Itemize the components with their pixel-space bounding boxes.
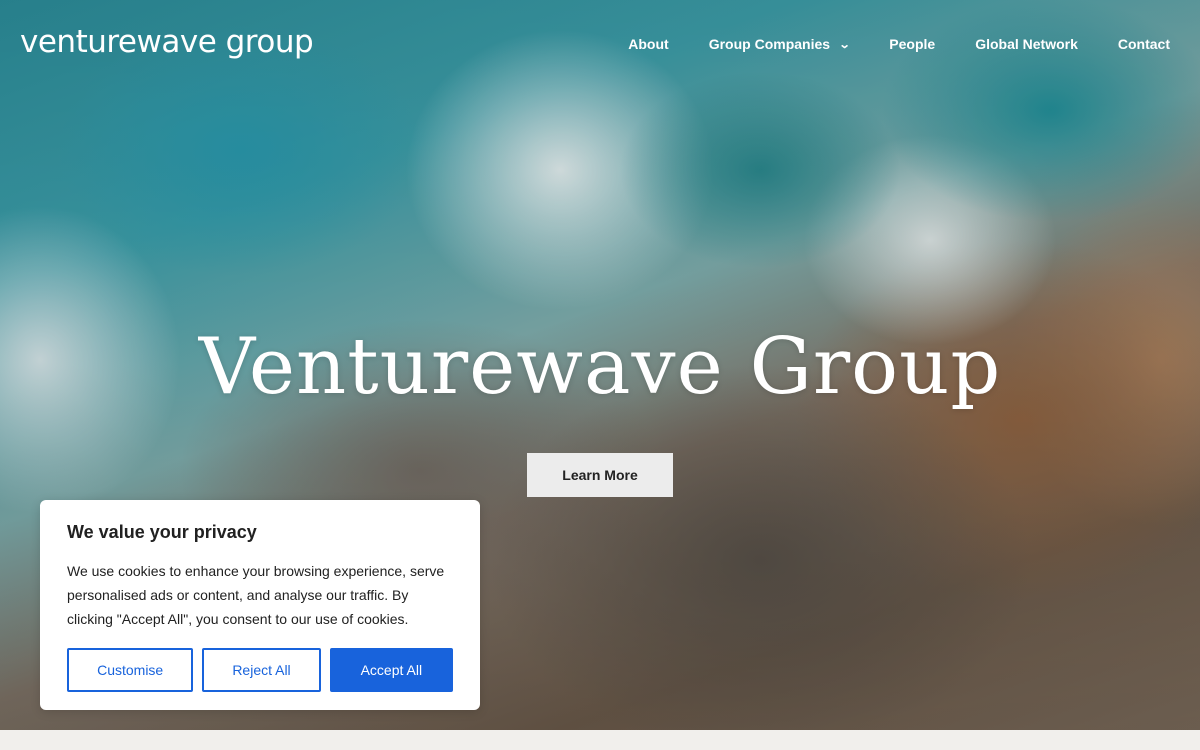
reject-all-button[interactable]: Reject All	[202, 648, 321, 692]
cookie-banner-title: We value your privacy	[67, 522, 257, 542]
nav-item-about[interactable]: About	[628, 36, 668, 52]
learn-more-button[interactable]: Learn More	[527, 453, 673, 497]
nav-item-label: Global Network	[975, 36, 1078, 52]
nav-item-group-companies[interactable]: Group Companies ⌄	[708, 36, 851, 52]
nav-item-label: Group Companies	[708, 36, 831, 52]
nav-item-contact[interactable]: Contact	[1118, 36, 1170, 52]
nav-item-label: People	[889, 36, 936, 52]
cookie-banner-text: We use cookies to enhance your browsing …	[67, 563, 445, 627]
cookie-button-group: Customise Reject All Accept All	[67, 648, 453, 692]
cookie-consent-banner: We value your privacy We use cookies to …	[40, 500, 480, 710]
accept-all-button[interactable]: Accept All	[329, 648, 453, 692]
chevron-down-icon[interactable]: ⌄	[839, 38, 851, 51]
nav-item-people[interactable]: People	[889, 36, 935, 52]
hero-title: Venturewave Group	[198, 322, 1002, 412]
nav-item-label: Contact	[1117, 36, 1170, 52]
site-logo[interactable]: venturewave group	[20, 24, 314, 60]
page-section-divider	[0, 730, 1200, 750]
nav-item-global-network[interactable]: Global Network	[975, 36, 1078, 52]
customise-button[interactable]: Customise	[67, 648, 194, 692]
nav-item-label: About	[628, 36, 669, 52]
main-nav: About Group Companies ⌄ People Global Ne…	[628, 36, 1170, 52]
